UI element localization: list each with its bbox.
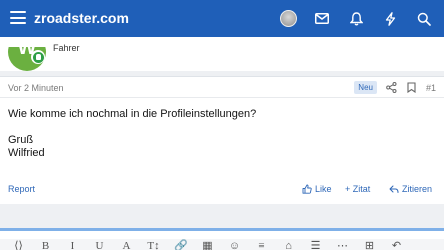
message-line: Gruß xyxy=(8,134,34,146)
align-icon[interactable]: ≡ xyxy=(255,239,268,250)
message-line: Wie komme ich nochmal in die Profileinst… xyxy=(8,108,257,120)
post-message: Wie komme ich nochmal in die Profileinst… xyxy=(8,108,256,160)
link-icon[interactable]: 🔗 xyxy=(174,239,188,250)
message-line: Wilfried xyxy=(8,147,45,159)
media-icon[interactable]: ⌂ xyxy=(282,239,295,250)
table-icon[interactable]: ⊞ xyxy=(363,239,376,250)
online-status-icon xyxy=(31,50,45,64)
share-icon[interactable] xyxy=(386,82,397,93)
emoji-icon[interactable]: ☺ xyxy=(228,239,241,250)
divider xyxy=(0,97,444,98)
report-link[interactable]: Report xyxy=(8,184,35,194)
bolt-icon[interactable] xyxy=(380,9,400,29)
reply-icon xyxy=(389,185,399,193)
quote-button[interactable]: + Zitat xyxy=(345,184,370,194)
font-size-icon[interactable]: T↕ xyxy=(147,239,160,250)
message-line xyxy=(8,121,256,134)
menu-icon[interactable] xyxy=(10,11,26,24)
search-icon[interactable] xyxy=(414,9,434,29)
more-options-icon[interactable]: ⋯ xyxy=(336,239,349,250)
post-number[interactable]: #1 xyxy=(426,83,436,93)
like-button[interactable]: Like xyxy=(302,184,332,194)
top-navigation-bar: zroadster.com xyxy=(0,0,444,37)
undo-icon[interactable]: ↶ xyxy=(390,239,403,250)
author-role: Fahrer xyxy=(53,43,80,53)
like-label: Like xyxy=(315,184,332,194)
post-timestamp[interactable]: Vor 2 Minuten xyxy=(8,83,64,93)
editor-toolbar: ⟨⟩ B I U A T↕ 🔗 ▦ ☺ ≡ ⌂ ☰ ⋯ ⊞ ↶ xyxy=(0,239,444,250)
site-logo[interactable]: zroadster.com xyxy=(34,10,129,26)
text-color-icon[interactable]: A xyxy=(120,239,133,250)
reply-button[interactable]: Zitieren xyxy=(389,184,432,194)
reply-label: Zitieren xyxy=(402,184,433,194)
image-icon[interactable]: ▦ xyxy=(201,239,214,250)
bell-icon[interactable] xyxy=(346,9,366,29)
mail-icon[interactable] xyxy=(312,9,332,29)
new-badge: Neu xyxy=(354,81,377,94)
user-avatar[interactable] xyxy=(278,9,298,29)
post-actions: Report Like + Zitat Zitieren xyxy=(0,183,444,201)
toolbar-toggle-icon[interactable]: ⟨⟩ xyxy=(12,239,25,250)
bookmark-icon[interactable] xyxy=(406,82,417,93)
reply-editor[interactable]: ⟨⟩ B I U A T↕ 🔗 ▦ ☺ ≡ ⌂ ☰ ⋯ ⊞ ↶ xyxy=(0,228,444,250)
underline-icon[interactable]: U xyxy=(93,239,106,250)
italic-icon[interactable]: I xyxy=(66,239,79,250)
post-author-header: W Fahrer xyxy=(0,37,444,71)
forum-post: Vor 2 Minuten Neu #1 Wie komme ich nochm… xyxy=(0,76,444,204)
thumbs-up-icon xyxy=(302,184,312,194)
bold-icon[interactable]: B xyxy=(39,239,52,250)
list-icon[interactable]: ☰ xyxy=(309,239,322,250)
